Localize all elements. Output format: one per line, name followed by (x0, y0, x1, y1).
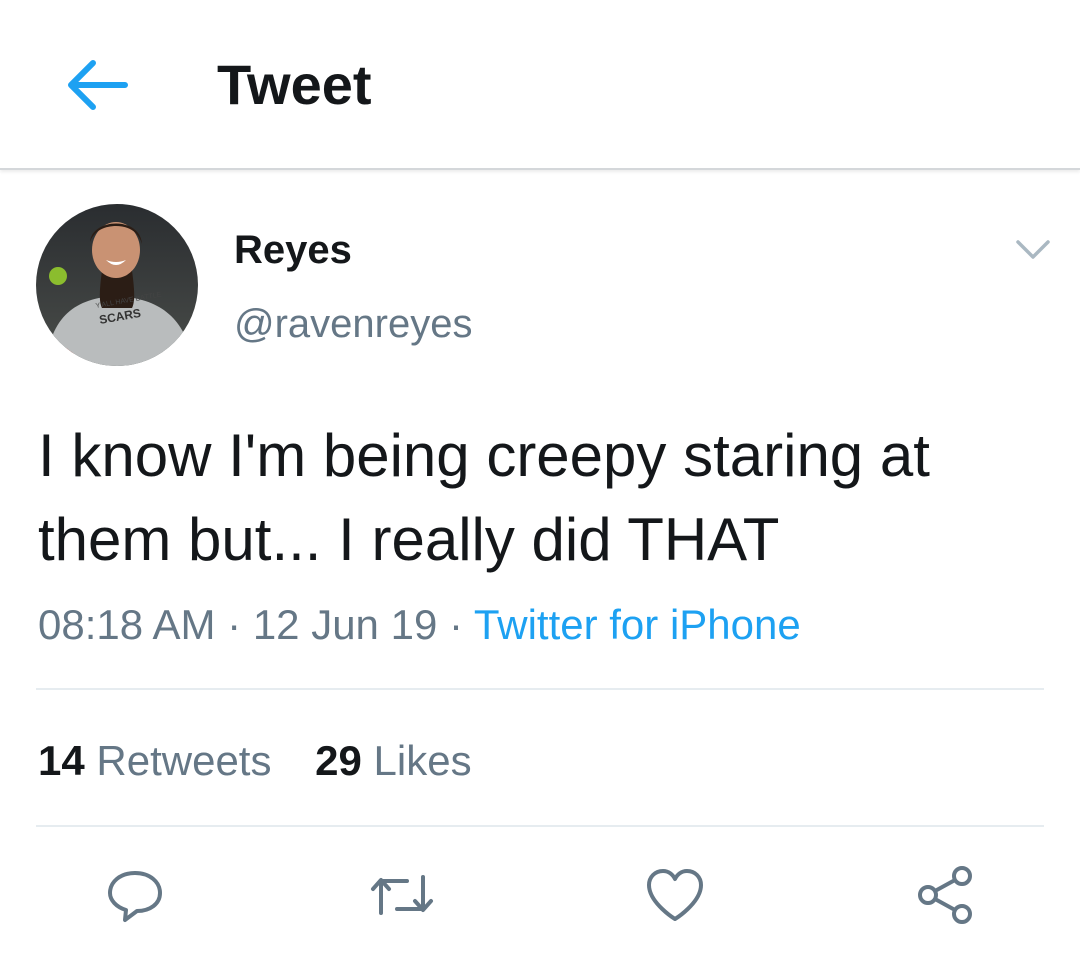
likes-count: 29 (315, 737, 362, 784)
tweet-options-button[interactable] (1008, 230, 1058, 270)
arrow-left-icon (68, 60, 128, 110)
retweets-stat[interactable]: 14 Retweets (38, 734, 271, 788)
tweet-time: 08:18 AM (38, 601, 216, 648)
author-display-name[interactable]: Reyes (234, 226, 352, 274)
share-icon (918, 866, 972, 924)
meta-separator: · (227, 601, 242, 648)
divider (36, 825, 1044, 827)
chevron-down-icon (1016, 240, 1050, 259)
reply-button[interactable] (100, 862, 170, 928)
like-icon (647, 869, 703, 921)
tweet-source-link[interactable]: Twitter for iPhone (474, 601, 801, 648)
share-button[interactable] (910, 862, 980, 928)
author-handle[interactable]: @ravenreyes (234, 300, 472, 348)
divider (36, 688, 1044, 690)
retweet-icon (371, 875, 433, 915)
page-title: Tweet (217, 53, 372, 116)
tweet-text-line: I know I'm being creepy staring at (38, 422, 930, 489)
tweet-date: 12 Jun 19 (252, 601, 438, 648)
tweet-stats: 14 Retweets 29 Likes (38, 734, 504, 788)
retweets-count: 14 (38, 737, 85, 784)
meta-separator: · (448, 601, 463, 648)
retweet-button[interactable] (367, 862, 437, 928)
tweet-text-line: them but... I really did THAT (38, 506, 780, 573)
top-bar: Tweet (0, 0, 1080, 170)
like-button[interactable] (640, 862, 710, 928)
likes-label: Likes (373, 737, 472, 784)
tweet-meta: 08:18 AM · 12 Jun 19 · Twitter for iPhon… (38, 598, 801, 652)
reply-icon (108, 871, 162, 922)
back-button[interactable] (58, 50, 134, 120)
tweet-text: I know I'm being creepy staring at them … (38, 414, 1048, 582)
avatar[interactable]: Y'ALL HAVE BATTLE SCARS (36, 204, 198, 366)
retweets-label: Retweets (96, 737, 272, 784)
likes-stat[interactable]: 29 Likes (315, 734, 471, 788)
